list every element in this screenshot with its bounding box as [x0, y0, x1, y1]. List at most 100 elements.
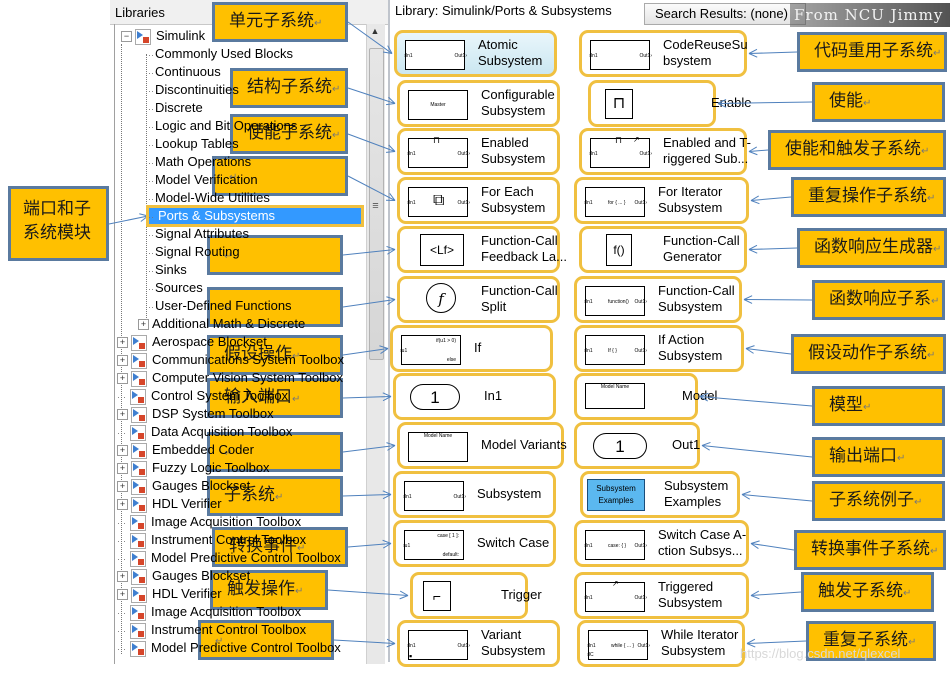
tree-item-toolbox[interactable]: ··· Model Predictive Control Toolbox	[117, 549, 341, 567]
library-block[interactable]: ›u1 if(u1 > 0) else If	[390, 325, 553, 372]
block-label: Switch Case	[477, 535, 550, 550]
return-mark-icon: ↵	[903, 588, 912, 599]
tree-item-model-verification[interactable]: ··Model Verification	[148, 171, 258, 189]
expand-icon[interactable]: +	[117, 589, 128, 601]
expand-icon[interactable]: +	[117, 499, 128, 511]
library-block[interactable]: ›In1 Out1› function() Function-Call Subsyst…	[574, 276, 742, 323]
library-block[interactable]: Model Name Model Variants	[397, 422, 567, 469]
tree-item-commonly-used-blocks[interactable]: ··Commonly Used Blocks	[148, 45, 293, 63]
foreach-block-icon: ›In1 Out1› ⧉	[407, 187, 470, 217]
tree-connector: ···	[117, 644, 126, 654]
library-block[interactable]: Master Configurable Subsystem	[397, 80, 560, 127]
trigger-icon: ⌐	[423, 581, 451, 611]
library-block[interactable]: <Lf> Function-Call Feedback La...	[397, 226, 567, 273]
expand-icon[interactable]: +	[117, 337, 128, 349]
callout-text: 函数响应子系	[829, 289, 931, 308]
tree-item-toolbox[interactable]: + Gauges Blockset	[117, 567, 250, 585]
library-block[interactable]: Model Name Model	[574, 373, 717, 420]
tree-connector: ··	[148, 302, 154, 312]
tree-item-toolbox[interactable]: ··· Data Acquisition Toolbox	[117, 423, 292, 441]
tree-item-toolbox[interactable]: + Computer Vision System Toolbox	[117, 369, 343, 387]
tree-item-continuous[interactable]: ··Continuous	[148, 63, 221, 81]
library-block[interactable]: Subsystem Examples Subsystem Examples	[580, 471, 740, 518]
expand-icon[interactable]: +	[117, 571, 128, 583]
tree-item-toolbox[interactable]: ··· Model Predictive Control Toolbox	[117, 639, 341, 657]
tree-item-sources[interactable]: ··Sources	[148, 279, 203, 297]
library-block[interactable]: f() Function-Call Generator	[579, 226, 747, 273]
tree-item-signal-attributes[interactable]: ··Signal Attributes	[148, 225, 249, 243]
tab-library[interactable]: Library: Simulink/Ports & Subsystems	[395, 3, 612, 18]
tree-item-toolbox[interactable]: + DSP System Toolbox	[117, 405, 274, 423]
expand-icon[interactable]: +	[117, 373, 128, 385]
return-mark-icon: ↵	[927, 193, 936, 204]
tree-item-toolbox[interactable]: + Embedded Coder	[117, 441, 254, 459]
block-label: Enabled and T- riggered Sub...	[663, 135, 751, 166]
library-block[interactable]: ›In1 Out1› Atomic Subsystem	[394, 30, 557, 77]
tree-item-toolbox[interactable]: ··· Control System Toolbox	[117, 387, 288, 405]
tree-item-toolbox[interactable]: + Fuzzy Logic Toolbox	[117, 459, 270, 477]
tree-item-discrete[interactable]: ··Discrete	[148, 99, 203, 117]
feedback-latch-icon: <Lf>	[420, 234, 464, 266]
library-block[interactable]: ›In1 Out1› ⊓ Enabled Subsystem	[397, 128, 560, 175]
tree-item-user-defined-functions[interactable]: ··User-Defined Functions	[148, 297, 292, 315]
tree-item-model-wide-utilities[interactable]: ··Model-Wide Utilities	[148, 189, 270, 207]
fcallsub-block-icon: ›In1 Out1› function()	[584, 286, 647, 316]
tree-item-toolbox[interactable]: + Aerospace Blockset	[117, 333, 267, 351]
tree-item-additional-math-discrete[interactable]: + Additional Math & Discrete	[138, 315, 305, 333]
expand-icon[interactable]: +	[117, 355, 128, 367]
library-block[interactable]: ⌐ Trigger	[410, 572, 542, 619]
tree-item-toolbox[interactable]: + HDL Verifier	[117, 495, 222, 513]
tree-item-toolbox[interactable]: + HDL Verifier	[117, 585, 222, 603]
library-block[interactable]: 1 Out1	[574, 422, 700, 469]
expand-icon[interactable]: +	[117, 445, 128, 457]
library-block[interactable]: f Function-Call Split	[397, 276, 560, 323]
tree-item-toolbox[interactable]: + Communications System Toolbox	[117, 351, 344, 369]
library-block[interactable]: ›In1 Out1› CodeReuseSu bsystem	[579, 30, 748, 77]
callout-text: 转换事件子系统	[811, 539, 930, 558]
switchaction-block-icon: ›In1 Out1› case: { }	[584, 530, 647, 560]
library-block[interactable]: ›u1 case [ 1 ]: default: Switch Case	[393, 520, 556, 567]
library-block[interactable]: ›In1 Out1› for { ... } For Iterator Subsyst…	[574, 177, 749, 224]
tree-item-toolbox[interactable]: ··· Instrument Control Toolbox	[117, 531, 306, 549]
collapse-icon[interactable]: −	[121, 31, 132, 43]
expand-icon[interactable]: +	[117, 463, 128, 475]
library-block[interactable]: ›In1 Out1› If { } If Action Subsystem	[574, 325, 744, 372]
block-label: Model	[682, 388, 718, 403]
variant-block-icon: ›In1 Out1› ▪	[407, 630, 470, 661]
tree-item-ports-subsystems[interactable]: ·· Ports & Subsystems	[146, 205, 364, 227]
tree-connector: ··	[148, 230, 154, 240]
library-block[interactable]: ⊓ Enable	[588, 80, 751, 127]
library-block[interactable]: ›In1 Out1› ⊓ ↗ Enabled and T- riggered Sub..…	[579, 128, 751, 175]
tree-item-toolbox[interactable]: ··· Image Acquisition Toolbox	[117, 603, 301, 621]
tree-item-lookup-tables[interactable]: ··Lookup Tables	[148, 135, 239, 153]
library-block[interactable]: 1 In1	[393, 373, 556, 420]
tree-item-toolbox[interactable]: + Gauges Blockset	[117, 477, 250, 495]
library-icon	[130, 388, 146, 405]
tree-item-toolbox[interactable]: ··· Image Acquisition Toolbox	[117, 513, 301, 531]
scroll-up-arrow-icon[interactable]: ▲	[368, 26, 382, 40]
arrow-head	[746, 638, 756, 644]
block-label: CodeReuseSu bsystem	[663, 37, 748, 68]
library-block[interactable]: ›In1 Out1› Subsystem	[393, 471, 556, 518]
arrow-head	[389, 192, 396, 201]
tree-item-sinks[interactable]: ··Sinks	[148, 261, 187, 279]
library-block[interactable]: ›In1 Out1› ▪ Variant Subsystem	[397, 620, 560, 667]
tree-item-toolbox[interactable]: ··· Instrument Control Toolbox	[117, 621, 306, 639]
library-block[interactable]: ›In1 Out1› while { ... } ›IC While Iterator …	[577, 620, 745, 667]
block-label: While Iterator Subsystem	[661, 627, 739, 658]
expand-icon[interactable]: +	[117, 409, 128, 421]
tree-item-simulink[interactable]: − Simulink	[121, 27, 205, 45]
library-icon	[130, 550, 146, 567]
tree-item-math-operations[interactable]: ··Math Operations	[148, 153, 251, 171]
ifaction-block-icon: ›In1 Out1› If { }	[584, 335, 647, 365]
library-block[interactable]: ›In1 Out1› ↗ Triggered Subsystem	[574, 572, 749, 619]
library-block[interactable]: ›In1 Out1› ⧉ For Each Subsystem	[397, 177, 560, 224]
block-label: Subsystem	[477, 486, 542, 501]
library-block[interactable]: ›In1 Out1› case: { } Switch Case A- ction S…	[574, 520, 749, 567]
tree-item-signal-routing[interactable]: ··Signal Routing	[148, 243, 240, 261]
tab-search-results[interactable]: Search Results: (none)	[644, 3, 806, 25]
expand-icon[interactable]: +	[117, 481, 128, 493]
tree-item-discontinuities[interactable]: ··Discontinuities	[148, 81, 239, 99]
expand-icon[interactable]: +	[138, 319, 149, 331]
tree-item-logic-and-bit-operations[interactable]: ··Logic and Bit Operations	[148, 117, 297, 135]
